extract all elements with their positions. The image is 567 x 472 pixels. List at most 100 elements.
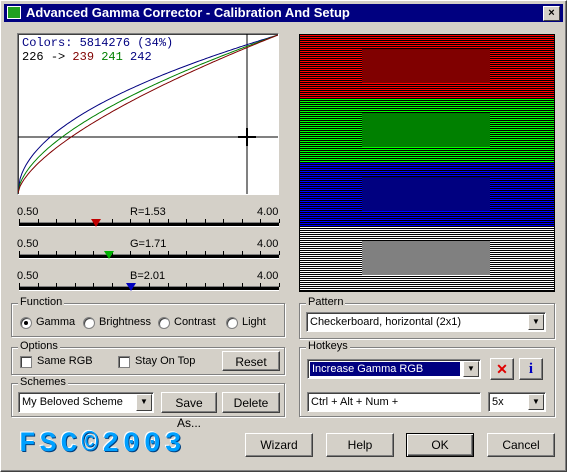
fsc-logo: FSC©2003 [19, 429, 186, 460]
crosshair-cursor-icon [238, 128, 256, 146]
same-rgb-checkbox[interactable] [20, 356, 32, 368]
red-slider-max: 4.00 [257, 206, 279, 218]
green-slider-max: 4.00 [257, 238, 279, 250]
green-slider-thumb[interactable] [104, 251, 114, 259]
gamma-graph[interactable]: Colors: 5814276 (34%) 226 -> 239 241 242 [17, 33, 279, 195]
blue-slider-tick [38, 283, 39, 287]
blue-slider-thumb[interactable] [126, 283, 136, 291]
contrast-radio[interactable] [158, 317, 170, 329]
help-button[interactable]: Help [326, 433, 394, 457]
red-slider-tick [279, 219, 280, 223]
app-icon [7, 6, 21, 19]
green-slider-tick [242, 251, 243, 255]
red-slider-tick [242, 219, 243, 223]
same-rgb-label[interactable]: Same RGB [37, 355, 93, 367]
blue-slider-tick [260, 283, 261, 287]
blue-slider-tick [149, 283, 150, 287]
info-icon: i [528, 361, 534, 377]
delete-x-icon: ✕ [496, 361, 508, 377]
hotkey-keys-field[interactable]: Ctrl + Alt + Num + [307, 392, 481, 412]
window-title: Advanced Gamma Corrector - Calibration A… [26, 5, 350, 20]
red-slider-tick [223, 219, 224, 223]
chevron-down-icon[interactable]: ▼ [463, 361, 479, 377]
red-slider-tick [19, 219, 20, 223]
function-group-title: Function [18, 296, 65, 308]
blue-slider-tick [75, 283, 76, 287]
green-slider-tick [205, 251, 206, 255]
stay-on-top-checkbox[interactable] [118, 356, 130, 368]
green-slider-tick [130, 251, 131, 255]
arrow-text: -> [50, 50, 66, 64]
red-slider-tick [149, 219, 150, 223]
reset-button[interactable]: Reset [222, 351, 280, 371]
chevron-down-icon[interactable]: ▼ [136, 394, 152, 411]
green-slider-tick [168, 251, 169, 255]
gamma-radio[interactable] [20, 317, 32, 329]
scheme-select[interactable]: My Beloved Scheme ▼ [18, 392, 154, 413]
green-slider-tick [149, 251, 150, 255]
green-slider-tick [75, 251, 76, 255]
chevron-down-icon[interactable]: ▼ [528, 314, 544, 330]
green-slider-min: 0.50 [17, 238, 39, 250]
red-preview-band [300, 35, 554, 99]
output-blue: 242 [130, 50, 152, 64]
blue-slider-tick [242, 283, 243, 287]
save-as-button[interactable]: Save As... [161, 392, 217, 430]
blue-slider-tick [223, 283, 224, 287]
options-group-title: Options [18, 340, 60, 352]
cancel-button[interactable]: Cancel [487, 433, 555, 457]
blue-slider-tick [112, 283, 113, 287]
red-slider-tick [56, 219, 57, 223]
blue-slider-value: B=2.01 [130, 270, 166, 282]
green-slider-tick [223, 251, 224, 255]
value-readout: 226 -> 239 241 242 [22, 50, 152, 64]
red-slider-value: R=1.53 [130, 206, 166, 218]
delete-scheme-button[interactable]: Delete [222, 392, 280, 413]
pattern-group-title: Pattern [306, 296, 346, 308]
red-slider-tick [112, 219, 113, 223]
hotkey-step-value: 5x [492, 396, 504, 408]
gamma-radio-label[interactable]: Gamma [36, 316, 75, 328]
wizard-button[interactable]: Wizard [245, 433, 313, 457]
output-red: 239 [72, 50, 95, 64]
blue-slider-tick [279, 283, 280, 287]
blue-slider-tick [205, 283, 206, 287]
green-slider-tick [38, 251, 39, 255]
stay-on-top-label[interactable]: Stay On Top [135, 355, 195, 367]
green-slider-tick [279, 251, 280, 255]
hotkey-step-select[interactable]: 5x ▼ [488, 392, 546, 412]
blue-slider-tick [186, 283, 187, 287]
green-slider-tick [93, 251, 94, 255]
brightness-radio[interactable] [83, 317, 95, 329]
chevron-down-icon[interactable]: ▼ [528, 394, 544, 410]
red-slider-tick [38, 219, 39, 223]
green-slider-tick [56, 251, 57, 255]
red-slider-tick [186, 219, 187, 223]
blue-slider-max: 4.00 [257, 270, 279, 282]
green-slider-tick [186, 251, 187, 255]
close-button[interactable]: × [543, 6, 560, 21]
info-button[interactable]: i [519, 358, 543, 380]
blue-slider-tick [56, 283, 57, 287]
red-slider-thumb[interactable] [91, 219, 101, 227]
hotkey-action-value: Increase Gamma RGB [310, 362, 460, 376]
brightness-radio-label[interactable]: Brightness [99, 316, 151, 328]
title-bar[interactable]: Advanced Gamma Corrector - Calibration A… [4, 4, 563, 22]
blue-slider-min: 0.50 [17, 270, 39, 282]
blue-slider-tick [168, 283, 169, 287]
colors-count: Colors: 5814276 (34%) [22, 36, 174, 50]
hotkeys-group-title: Hotkeys [306, 340, 350, 352]
calibration-preview [299, 34, 555, 292]
red-slider-tick [205, 219, 206, 223]
hotkey-action-select[interactable]: Increase Gamma RGB ▼ [307, 359, 481, 379]
green-slider-tick [260, 251, 261, 255]
scheme-select-value: My Beloved Scheme [22, 396, 123, 408]
green-slider-tick [19, 251, 20, 255]
delete-hotkey-button[interactable]: ✕ [490, 358, 514, 380]
contrast-radio-label[interactable]: Contrast [174, 316, 216, 328]
schemes-group-title: Schemes [18, 376, 68, 388]
ok-button[interactable]: OK [406, 433, 474, 457]
pattern-select[interactable]: Checkerboard, horizontal (2x1) ▼ [306, 312, 546, 332]
light-radio[interactable] [226, 317, 238, 329]
light-radio-label[interactable]: Light [242, 316, 266, 328]
